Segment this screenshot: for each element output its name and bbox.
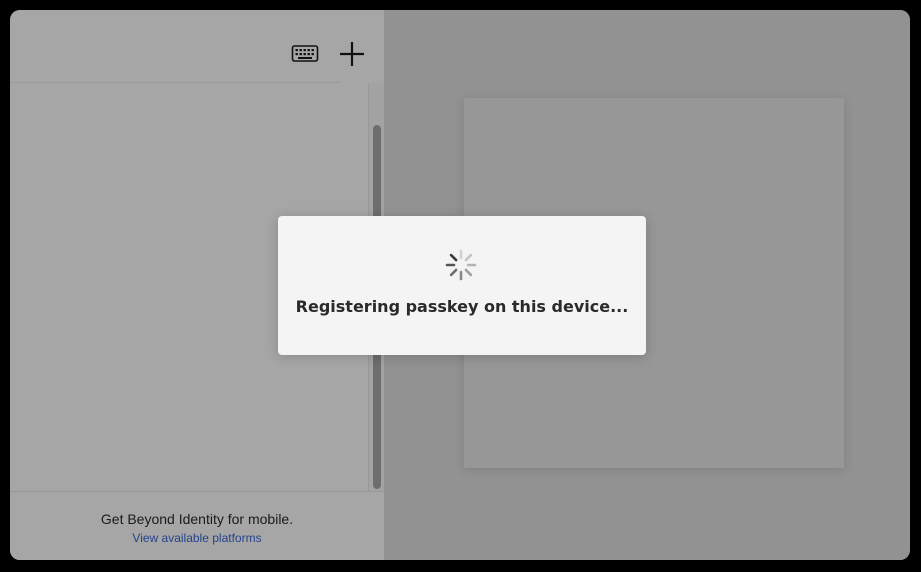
keyboard-icon[interactable] xyxy=(290,40,320,68)
progress-dialog: Registering passkey on this device... xyxy=(278,216,646,355)
sidebar-footer: Get Beyond Identity for mobile. View ava… xyxy=(10,491,384,560)
app-window: Get Beyond Identity for mobile. View ava… xyxy=(10,10,910,560)
mobile-promo-text: Get Beyond Identity for mobile. xyxy=(100,511,294,527)
progress-message: Registering passkey on this device... xyxy=(295,297,629,316)
spinner-icon xyxy=(445,249,477,281)
plus-icon xyxy=(340,42,364,66)
view-platforms-link[interactable]: View available platforms xyxy=(132,531,261,545)
add-button[interactable] xyxy=(336,38,368,70)
